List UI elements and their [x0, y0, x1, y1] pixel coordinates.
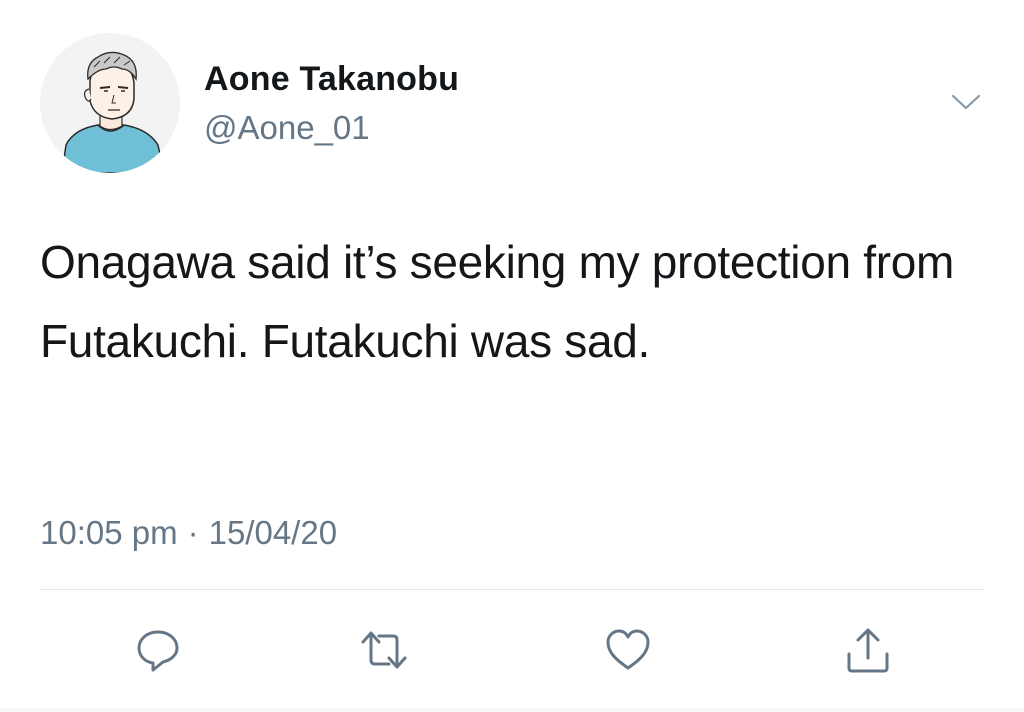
- avatar-illustration: [40, 33, 180, 173]
- tweet-date: 15/04/20: [208, 514, 338, 551]
- more-options-button[interactable]: [944, 84, 988, 120]
- tweet-timestamp[interactable]: 10:05 pm · 15/04/20: [40, 514, 337, 552]
- bottom-separator: [0, 708, 1024, 712]
- author-handle[interactable]: @Aone_01: [204, 109, 370, 147]
- reply-icon: [137, 630, 179, 672]
- tweet-text: Onagawa said it’s seeking my protection …: [40, 236, 955, 367]
- retweet-button[interactable]: [354, 620, 414, 680]
- retweet-icon: [361, 631, 407, 669]
- heart-icon: [606, 629, 650, 670]
- chevron-down-icon: [951, 94, 981, 110]
- tweet-detail: Aone Takanobu @Aone_01 Onagawa said it’s…: [0, 0, 1024, 712]
- author-display-name[interactable]: Aone Takanobu: [204, 60, 459, 99]
- reply-button[interactable]: [128, 620, 188, 680]
- divider: [40, 589, 984, 590]
- tweet-time: 10:05 pm: [40, 514, 178, 551]
- like-button[interactable]: [598, 620, 658, 680]
- tweet-actions-bar: [0, 620, 1024, 680]
- meta-separator: ·: [187, 514, 199, 551]
- share-icon: [847, 628, 889, 673]
- share-button[interactable]: [838, 620, 898, 680]
- avatar[interactable]: [40, 33, 180, 173]
